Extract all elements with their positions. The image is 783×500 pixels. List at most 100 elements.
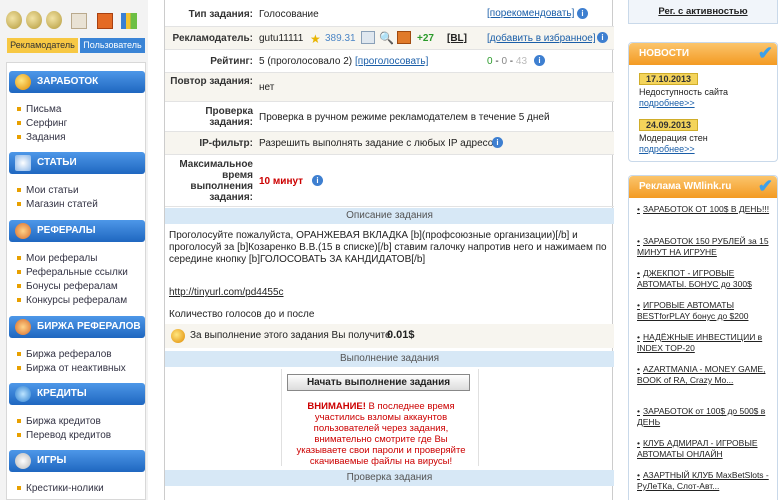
people-icon [15, 319, 31, 335]
info-icon[interactable]: i [534, 55, 545, 66]
ad-link[interactable]: ЗАРАБОТОК ОТ 100$ В ДЕНЬ!!! [637, 204, 772, 215]
label-time: Максимальное время выполнения задания: [179, 159, 253, 203]
advertiser-score: 389.31 [325, 33, 356, 44]
sidebar-item-tasks[interactable]: Задания [17, 131, 66, 144]
ad-link[interactable]: КЛУБ АДМИРАЛ - ИГРОВЫЕ АВТОМАТЫ ОНЛАЙН [637, 438, 772, 460]
ad-link[interactable]: ЗАРАБОТОК от 100$ до 500$ в ДЕНЬ [637, 406, 772, 428]
sidebar-item-credit-transfer[interactable]: Перевод кредитов [17, 429, 111, 442]
warning: ВНИМАНИЕ! В последнее время участились в… [288, 401, 474, 467]
rating-counts: 0 - 0 - 43 [487, 56, 528, 67]
sidebar-item-ref-bonus[interactable]: Бонусы рефералам [17, 280, 118, 293]
row-task-type: Тип задания: Голосование [порекомендоват… [165, 0, 614, 27]
news-item: 24.09.2013 Модерация стен подробнее>> [639, 119, 708, 155]
add-favorite-link[interactable]: [добавить в избранное] [487, 33, 596, 44]
reward-text: За выполнение этого задания Вы получите [190, 330, 391, 341]
info-icon[interactable]: i [597, 32, 608, 43]
sidebar-item-tic-tac-toe[interactable]: Крестики-нолики [17, 482, 104, 495]
news-box: НОВОСТИ ✔ 17.10.2013 Недоступность сайта … [628, 42, 778, 162]
news-text: Модерация стен [639, 133, 708, 143]
sidebar-item-surfing[interactable]: Серфинг [17, 117, 67, 130]
coin-icon [15, 74, 31, 90]
sidebar-item-ref-links[interactable]: Реферальные ссылки [17, 266, 128, 279]
row-rating: Рейтинг: 5 (проголосовало 2) [проголосов… [165, 50, 614, 73]
ad-link[interactable]: НАДЁЖНЫЕ ИНВЕСТИЦИИ в INDEX TOP-20 [637, 332, 772, 354]
news-more-link[interactable]: подробнее>> [639, 144, 695, 154]
execution-header: Выполнение задания [165, 351, 614, 367]
sidebar-item-article-shop[interactable]: Магазин статей [17, 198, 98, 211]
people-icon [15, 223, 31, 239]
ad-link[interactable]: АЗАРТНЫЙ КЛУБ MaxBetSlots - РуЛеТКа, Сло… [637, 470, 772, 492]
ad-link[interactable]: ЗАРАБОТОК 150 РУБЛЕЙ за 15 МИНУТ НА ИГРУ… [637, 236, 772, 258]
medal-icon[interactable] [46, 11, 62, 29]
gift-icon[interactable] [397, 31, 411, 44]
left-sidebar: Рекламодатель Пользователь ЗАРАБОТОК Пис… [0, 0, 148, 500]
game-icon [15, 453, 31, 469]
tab-advertiser[interactable]: Рекламодатель [7, 38, 78, 53]
value-time: 10 минут [259, 176, 304, 187]
menu-header-ref-exchange[interactable]: БИРЖА РЕФЕРАЛОВ [9, 316, 145, 338]
sidebar-item-ref-contests[interactable]: Конкурсы рефералам [17, 294, 127, 307]
search-icon[interactable]: 🔍 [379, 31, 394, 45]
advertiser-name[interactable]: gutu11111 [259, 33, 303, 44]
sidebar-item-my-referrals[interactable]: Мои рефералы [17, 252, 97, 265]
ad-link[interactable]: AZARTMANIA - MONEY GAME, BOOK of RA, Cra… [637, 364, 772, 386]
reg-activity-box: Рег. с активностью [628, 0, 778, 24]
sidebar-menu: ЗАРАБОТОК Письма Серфинг Задания СТАТЬИ … [6, 62, 146, 500]
menu-header-referrals[interactable]: РЕФЕРАЛЫ [9, 220, 145, 242]
check-header: Проверка задания [165, 470, 614, 486]
ad-link[interactable]: ИГРОВЫЕ АВТОМАТЫ BESTforPLAY бонус до $2… [637, 300, 772, 322]
box-icon[interactable] [97, 13, 113, 29]
menu-header-games[interactable]: ИГРЫ [9, 450, 145, 472]
start-task-button[interactable]: Начать выполнение задания [287, 374, 470, 391]
chart-icon[interactable] [121, 13, 137, 29]
value-ip-filter: Разрешить выполнять задание с любых IP а… [259, 138, 499, 149]
news-date: 17.10.2013 [639, 73, 699, 85]
value-task-type: Голосование [259, 9, 319, 20]
medal-icon[interactable] [26, 11, 42, 29]
row-check: Проверка задания: Проверка в ручном режи… [165, 102, 614, 132]
star-icon: ★ [310, 32, 321, 46]
ads-title: Реклама WMlink.ru ✔ [629, 176, 777, 198]
sidebar-item-ref-exchange[interactable]: Биржа рефералов [17, 348, 112, 361]
description-note: Количество голосов до и после [169, 309, 315, 320]
news-title: НОВОСТИ ✔ [629, 43, 777, 65]
task-details: Тип задания: Голосование [порекомендоват… [164, 0, 614, 500]
row-repeat: Повтор задания: нет [165, 73, 614, 102]
info-icon[interactable]: i [577, 8, 588, 19]
edit-icon[interactable] [71, 13, 87, 29]
tab-user[interactable]: Пользователь [80, 38, 145, 53]
description-link[interactable]: http://tinyurl.com/pd4455c [169, 287, 284, 299]
sidebar-item-letters[interactable]: Письма [17, 103, 61, 116]
sidebar-item-credit-exchange[interactable]: Биржа кредитов [17, 415, 101, 428]
news-text: Недоступность сайта [639, 87, 729, 97]
info-icon[interactable]: i [312, 175, 323, 186]
advertiser-plus: +27 [417, 33, 434, 44]
value-check: Проверка в ручном режиме рекламодателем … [259, 112, 550, 123]
label-rating: Рейтинг: [210, 56, 253, 67]
menu-header-articles[interactable]: СТАТЬИ [9, 152, 145, 174]
sidebar-item-inactive-exchange[interactable]: Биржа от неактивных [17, 362, 126, 375]
reward-value: 0.01$ [387, 329, 415, 341]
reg-activity-link[interactable]: Рег. с активностью [658, 6, 747, 17]
mail-icon[interactable] [361, 31, 375, 44]
news-date: 24.09.2013 [639, 119, 699, 131]
ad-link[interactable]: ДЖЕКПОТ - ИГРОВЫЕ АВТОМАТЫ. БОНУС до 300… [637, 268, 772, 290]
label-task-type: Тип задания: [188, 9, 253, 20]
medal-icon[interactable] [6, 11, 22, 29]
top-icons [3, 3, 145, 35]
sidebar-item-my-articles[interactable]: Мои статьи [17, 184, 79, 197]
label-check: Проверка задания: [205, 106, 253, 128]
value-rating: 5 (проголосовало 2) [259, 56, 353, 67]
vote-link[interactable]: [проголосовать] [355, 56, 428, 67]
coin-icon [171, 329, 185, 343]
info-icon[interactable]: i [492, 137, 503, 148]
warning-title: ВНИМАНИЕ! [307, 401, 366, 412]
execution-box: Начать выполнение задания ВНИМАНИЕ! В по… [281, 369, 479, 467]
menu-header-credits[interactable]: КРЕДИТЫ [9, 383, 145, 405]
right-sidebar: Рег. с активностью НОВОСТИ ✔ 17.10.2013 Н… [624, 0, 783, 500]
recommend-link[interactable]: [порекомендовать] [487, 8, 574, 19]
news-more-link[interactable]: подробнее>> [639, 98, 695, 108]
bl-link[interactable]: [BL] [447, 33, 467, 44]
label-repeat: Повтор задания: [170, 76, 253, 87]
menu-header-earnings[interactable]: ЗАРАБОТОК [9, 71, 145, 93]
